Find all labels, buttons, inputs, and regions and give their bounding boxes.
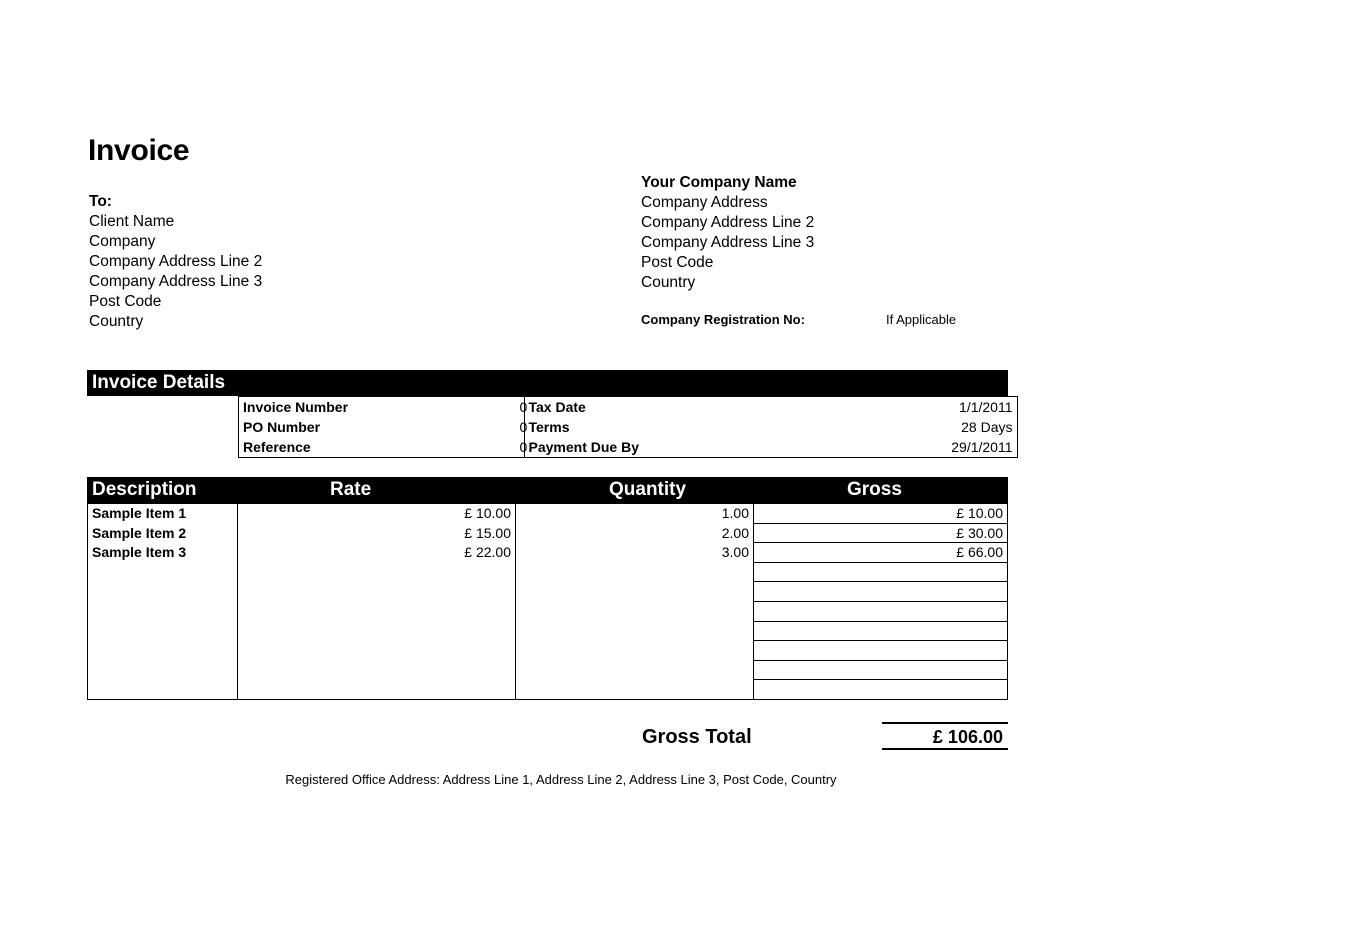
list-item xyxy=(238,680,515,700)
table-row: Invoice Number 0 Tax Date 1/1/2011 xyxy=(238,396,1018,417)
line-items-gross-column: £ 10.00 £ 30.00 £ 66.00 xyxy=(753,503,1008,700)
line-items-table: Sample Item 1 Sample Item 2 Sample Item … xyxy=(87,503,1008,700)
company-address-line: Post Code xyxy=(641,254,714,271)
list-item xyxy=(238,582,515,602)
column-header-quantity: Quantity xyxy=(609,479,687,500)
list-item: £ 10.00 xyxy=(464,505,511,521)
detail-label: Payment Due By xyxy=(523,437,891,458)
list-item xyxy=(754,582,1007,602)
list-item xyxy=(754,602,1007,622)
bill-to-label: To: xyxy=(89,193,112,210)
detail-value: 0 xyxy=(515,396,527,417)
list-item xyxy=(516,563,753,583)
column-header-rate: Rate xyxy=(330,479,372,500)
list-item: Sample Item 2 xyxy=(92,524,187,541)
list-item xyxy=(516,622,753,642)
list-item: 3.00 xyxy=(721,544,749,561)
company-address-line: Company Address Line 3 xyxy=(641,234,815,251)
list-item xyxy=(754,641,1007,661)
company-name: Your Company Name xyxy=(641,174,797,191)
line-items-rate-column: £ 10.00 £ 15.00 £ 22.00 xyxy=(237,503,516,700)
company-registration-label: Company Registration No: xyxy=(641,312,805,327)
list-item xyxy=(516,680,753,700)
list-item xyxy=(88,680,237,700)
table-row: Reference 0 Payment Due By 29/1/2011 xyxy=(238,437,1018,458)
bill-to-block: To: Client Name Company Company Address … xyxy=(89,192,262,332)
list-item xyxy=(238,563,515,583)
detail-value: 28 Days xyxy=(891,417,1018,437)
list-item: 1.00 xyxy=(721,505,749,521)
list-item: £ 30.00 xyxy=(754,524,1007,544)
list-item xyxy=(754,563,1007,583)
list-item: £ 66.00 xyxy=(754,543,1007,563)
list-item xyxy=(516,661,753,681)
detail-value: 1/1/2011 xyxy=(891,396,1018,417)
company-block: Your Company Name Company Address Compan… xyxy=(641,173,814,293)
table-row: PO Number 0 Terms 28 Days xyxy=(238,417,1018,437)
detail-label: Tax Date xyxy=(523,396,891,417)
detail-value: 29/1/2011 xyxy=(891,437,1018,458)
bill-to-line: Client Name xyxy=(89,213,175,230)
company-address-line: Country xyxy=(641,274,696,291)
list-item xyxy=(88,622,237,642)
list-item xyxy=(238,622,515,642)
invoice-details-table: Invoice Number 0 Tax Date 1/1/2011 PO Nu… xyxy=(238,396,1018,458)
column-header-description: Description xyxy=(92,479,197,500)
detail-label: PO Number xyxy=(238,417,516,437)
company-registration-value: If Applicable xyxy=(886,312,957,327)
list-item xyxy=(88,582,237,602)
list-item xyxy=(238,661,515,681)
list-item: £ 22.00 xyxy=(464,544,511,561)
page-title: Invoice xyxy=(88,134,190,167)
list-item: £ 10.00 xyxy=(754,504,1007,524)
list-item xyxy=(516,641,753,661)
column-header-gross: Gross xyxy=(847,479,902,500)
bill-to-line: Company Address Line 2 xyxy=(89,253,263,270)
list-item xyxy=(516,602,753,622)
detail-value: 0 xyxy=(515,437,527,458)
registered-office-footer: Registered Office Address: Address Line … xyxy=(285,772,837,787)
gross-total-label: Gross Total xyxy=(642,726,752,748)
bill-to-line: Company xyxy=(89,233,156,250)
list-item xyxy=(754,680,1007,700)
list-item: Sample Item 1 xyxy=(92,505,187,521)
list-item xyxy=(754,622,1007,642)
list-item xyxy=(238,641,515,661)
gross-total-value: £ 106.00 xyxy=(882,722,1008,750)
line-items-quantity-column: 1.00 2.00 3.00 xyxy=(515,503,754,700)
detail-label: Reference xyxy=(238,437,516,458)
detail-label: Invoice Number xyxy=(238,396,516,417)
list-item xyxy=(238,602,515,622)
list-item: 2.00 xyxy=(721,524,749,541)
company-address-line: Company Address Line 2 xyxy=(641,214,815,231)
list-item: Sample Item 3 xyxy=(92,544,187,561)
line-items-header: Description Rate Quantity Gross xyxy=(87,477,1008,503)
detail-label: Terms xyxy=(523,417,891,437)
detail-value: 0 xyxy=(515,417,527,437)
list-item: £ 15.00 xyxy=(464,524,511,541)
list-item xyxy=(88,661,237,681)
bill-to-line: Post Code xyxy=(89,293,162,310)
company-address-line: Company Address xyxy=(641,194,768,211)
invoice-details-heading: Invoice Details xyxy=(87,370,1008,396)
bill-to-line: Country xyxy=(89,313,144,330)
list-item xyxy=(754,661,1007,681)
line-items-description-column: Sample Item 1 Sample Item 2 Sample Item … xyxy=(87,503,238,700)
list-item xyxy=(88,641,237,661)
list-item xyxy=(88,602,237,622)
list-item xyxy=(516,582,753,602)
list-item xyxy=(88,563,237,583)
bill-to-line: Company Address Line 3 xyxy=(89,273,263,290)
